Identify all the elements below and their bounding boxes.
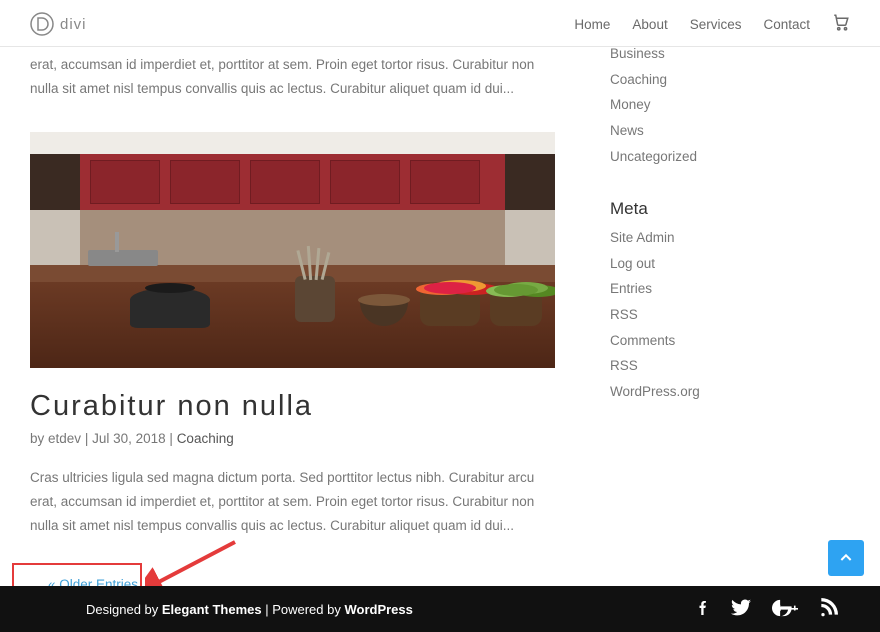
meta-date: Jul 30, 2018 [92, 431, 166, 446]
scroll-to-top-button[interactable] [828, 540, 864, 576]
site-footer: Designed by Elegant Themes | Powered by … [0, 586, 880, 632]
logo-icon [30, 12, 54, 36]
cart-icon[interactable] [832, 13, 850, 36]
twitter-icon[interactable] [730, 597, 752, 622]
cat-item-news[interactable]: News [610, 118, 850, 144]
sidebar: Business Coaching Money News Uncategoriz… [590, 47, 850, 602]
post-meta: by etdev | Jul 30, 2018 | Coaching [30, 431, 560, 446]
nav-home[interactable]: Home [574, 17, 610, 32]
meta-site-admin[interactable]: Site Admin [610, 225, 850, 251]
meta-heading: Meta [610, 199, 850, 219]
meta-author[interactable]: etdev [48, 431, 81, 446]
meta-category[interactable]: Coaching [177, 431, 234, 446]
cat-item-uncategorized[interactable]: Uncategorized [610, 144, 850, 170]
categories-list-partial: Business Coaching Money News Uncategoriz… [610, 41, 850, 169]
facebook-icon[interactable] [696, 597, 710, 622]
meta-by: by [30, 431, 44, 446]
post-excerpt: Cras ultricies ligula sed magna dictum p… [30, 466, 560, 537]
social-icons: G [696, 597, 838, 622]
chevron-up-icon [838, 550, 854, 566]
cat-item-business[interactable]: Business [610, 41, 850, 67]
meta-list: Site Admin Log out Entries RSS Comments … [610, 225, 850, 404]
meta-comments-rss[interactable]: Comments RSS [610, 328, 850, 379]
cat-item-money[interactable]: Money [610, 92, 850, 118]
googleplus-icon[interactable]: G [772, 597, 798, 622]
svg-text:G: G [772, 601, 781, 615]
nav-contact[interactable]: Contact [763, 17, 810, 32]
rss-icon[interactable] [818, 598, 838, 621]
logo-text: divi [60, 16, 87, 33]
nav-about[interactable]: About [632, 17, 667, 32]
post-title[interactable]: Curabitur non nulla [30, 390, 560, 423]
content-container: erat, accumsan id imperdiet et, porttito… [0, 47, 880, 602]
meta-entries-rss[interactable]: Entries RSS [610, 276, 850, 327]
footer-credits: Designed by Elegant Themes | Powered by … [86, 602, 413, 617]
nav-services[interactable]: Services [690, 17, 742, 32]
main-column: erat, accumsan id imperdiet et, porttito… [30, 47, 590, 602]
footer-theme-link[interactable]: Elegant Themes [162, 602, 262, 617]
cat-item-coaching[interactable]: Coaching [610, 67, 850, 93]
meta-logout[interactable]: Log out [610, 251, 850, 277]
featured-image[interactable] [30, 132, 555, 368]
footer-platform-link[interactable]: WordPress [344, 602, 412, 617]
previous-post-excerpt: erat, accumsan id imperdiet et, porttito… [30, 53, 560, 100]
meta-wordpress-org[interactable]: WordPress.org [610, 379, 850, 405]
main-nav: Home About Services Contact [574, 13, 850, 36]
site-header: divi Home About Services Contact [0, 0, 880, 47]
site-logo[interactable]: divi [30, 12, 87, 36]
